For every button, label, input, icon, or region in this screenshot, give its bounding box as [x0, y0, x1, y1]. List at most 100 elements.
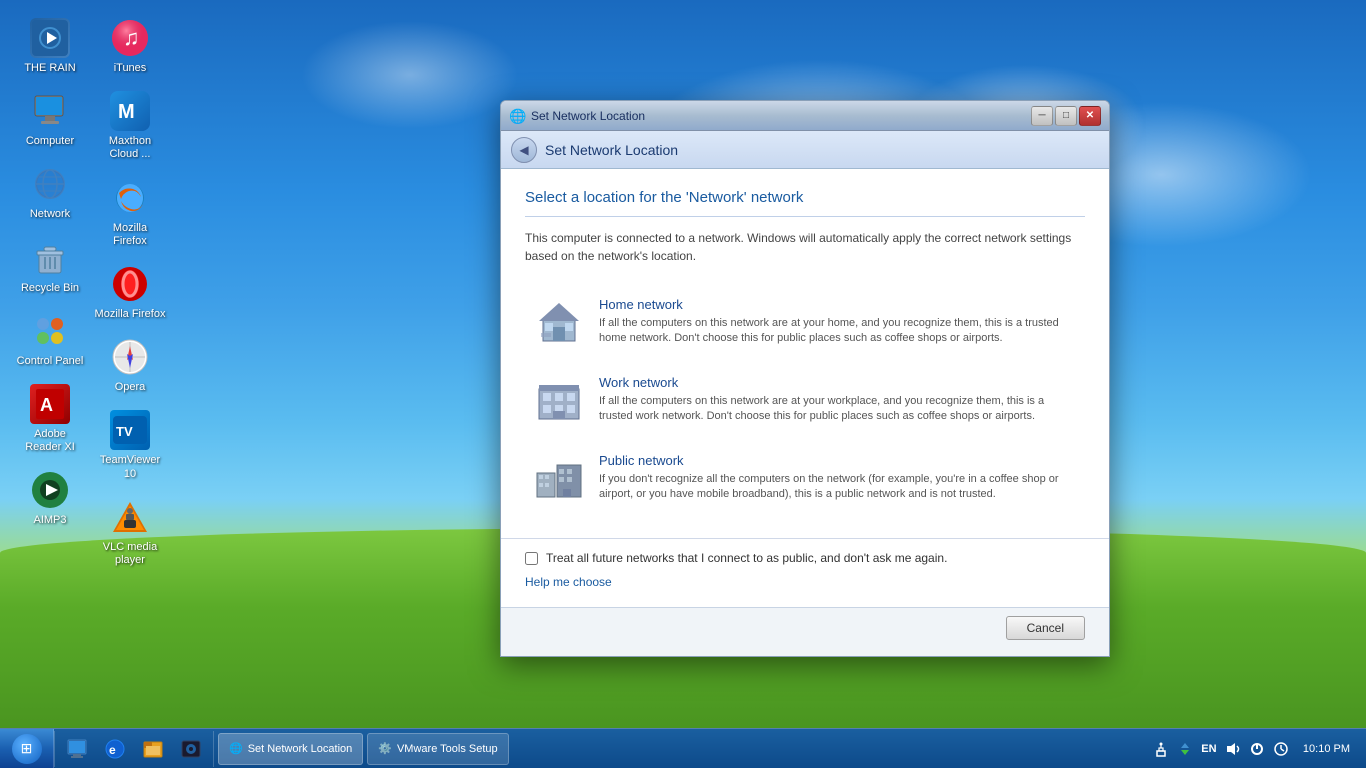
maxthon-icon: M: [110, 91, 150, 131]
taskbar-set-network-icon: 🌐: [229, 742, 243, 755]
taskbar-media-icon[interactable]: [173, 731, 209, 767]
tray-volume-icon[interactable]: [1223, 739, 1243, 759]
svg-text:A: A: [40, 395, 53, 415]
cancel-button[interactable]: Cancel: [1006, 616, 1085, 640]
set-network-location-dialog: 🌐 Set Network Location ─ □ ✕ ◀ Set Netwo…: [500, 100, 1110, 657]
svg-text:TV: TV: [116, 424, 133, 439]
start-button[interactable]: ⊞: [0, 729, 54, 768]
treat-public-checkbox[interactable]: [525, 552, 538, 565]
quick-launch-strip: e: [54, 731, 214, 767]
minimize-button[interactable]: ─: [1031, 106, 1053, 126]
taskbar-set-network-label: Set Network Location: [248, 743, 353, 755]
svg-text:e: e: [109, 743, 116, 757]
desktop-icon-opera[interactable]: Mozilla Firefox: [90, 256, 170, 329]
taskbar-vmware-btn[interactable]: ⚙️ VMware Tools Setup: [367, 733, 508, 765]
dialog-action-row: Cancel: [501, 607, 1109, 656]
home-network-text: Home network If all the computers on thi…: [599, 297, 1075, 347]
control-panel-icon: [30, 311, 70, 351]
work-network-icon: [535, 375, 583, 423]
opera-label: Mozilla Firefox: [95, 308, 166, 321]
teamviewer-icon: TV: [110, 410, 150, 450]
dialog-titlebar: 🌐 Set Network Location ─ □ ✕: [501, 101, 1109, 131]
taskbar-ie-icon[interactable]: e: [97, 731, 133, 767]
desktop-icon-the-rain[interactable]: THE RAIN: [10, 10, 90, 83]
work-network-option[interactable]: Work network If all the computers on thi…: [525, 363, 1085, 437]
desktop-icon-aimp3[interactable]: AIMP3: [10, 462, 90, 535]
desktop-icon-itunes[interactable]: ♫ iTunes: [90, 10, 170, 83]
close-button[interactable]: ✕: [1079, 106, 1101, 126]
safari-icon: [110, 337, 150, 377]
dialog-controls: ─ □ ✕: [1031, 106, 1101, 126]
the-rain-icon: [30, 18, 70, 58]
work-network-desc: If all the computers on this network are…: [599, 394, 1075, 425]
recycle-bin-icon: [30, 238, 70, 278]
desktop-icon-network[interactable]: Network: [10, 156, 90, 229]
dialog-description: This computer is connected to a network.…: [525, 229, 1085, 265]
vlc-label: VLC mediaplayer: [103, 541, 157, 567]
vlc-icon: [110, 497, 150, 537]
help-me-choose-link[interactable]: Help me choose: [525, 575, 612, 589]
dialog-title-icon: 🌐: [509, 108, 525, 124]
home-network-title[interactable]: Home network: [599, 297, 1075, 312]
opera-icon: [110, 264, 150, 304]
taskbar-set-network-btn[interactable]: 🌐 Set Network Location: [218, 733, 363, 765]
dialog-nav-bar: ◀ Set Network Location: [501, 131, 1109, 169]
public-network-title[interactable]: Public network: [599, 453, 1075, 468]
svg-text:M: M: [118, 101, 135, 123]
taskbar-vmware-label: VMware Tools Setup: [397, 743, 498, 755]
the-rain-label: THE RAIN: [24, 62, 75, 75]
teamviewer-label: TeamViewer10: [100, 454, 160, 480]
svg-text:♫: ♫: [123, 25, 140, 50]
aimp3-icon: [30, 470, 70, 510]
work-network-title[interactable]: Work network: [599, 375, 1075, 390]
dialog-footer: Treat all future networks that I connect…: [501, 538, 1109, 607]
home-network-icon: [535, 297, 583, 345]
public-network-icon: [535, 453, 583, 501]
dialog-subtitle: Select a location for the 'Network' netw…: [525, 189, 1085, 217]
tray-language-icon[interactable]: EN: [1199, 739, 1219, 759]
desktop-icon-safari[interactable]: Opera: [90, 329, 170, 402]
desktop-icon-control-panel[interactable]: Control Panel: [10, 303, 90, 376]
desktop-icon-teamviewer[interactable]: TV TeamViewer10: [90, 402, 170, 488]
taskbar-items: 🌐 Set Network Location ⚙️ VMware Tools S…: [214, 733, 1143, 765]
desktop-icon-recycle-bin[interactable]: Recycle Bin: [10, 230, 90, 303]
public-network-text: Public network If you don't recognize al…: [599, 453, 1075, 503]
maximize-button[interactable]: □: [1055, 106, 1077, 126]
taskbar-show-desktop[interactable]: [59, 731, 95, 767]
tray-network-icon[interactable]: [1151, 739, 1171, 759]
treat-public-label: Treat all future networks that I connect…: [546, 551, 947, 565]
desktop-icon-vlc[interactable]: VLC mediaplayer: [90, 489, 170, 575]
recycle-bin-label: Recycle Bin: [21, 282, 79, 295]
network-label: Network: [30, 208, 70, 221]
tray-arrows-icon[interactable]: [1175, 739, 1195, 759]
tray-power-icon[interactable]: [1247, 739, 1267, 759]
public-network-option[interactable]: Public network If you don't recognize al…: [525, 441, 1085, 515]
back-button[interactable]: ◀: [511, 137, 537, 163]
work-network-text: Work network If all the computers on thi…: [599, 375, 1075, 425]
desktop-icon-firefox[interactable]: MozillaFirefox: [90, 170, 170, 256]
computer-label: Computer: [26, 135, 74, 148]
desktop-icon-adobe-reader[interactable]: A AdobeReader XI: [10, 376, 90, 462]
aimp3-label: AIMP3: [33, 514, 66, 527]
itunes-icon: ♫: [110, 18, 150, 58]
dialog-content: Select a location for the 'Network' netw…: [501, 169, 1109, 538]
system-tray: EN 10:10 PM: [1143, 739, 1366, 759]
safari-label: Opera: [115, 381, 146, 394]
itunes-label: iTunes: [114, 62, 147, 75]
computer-icon: [30, 91, 70, 131]
maxthon-label: MaxthonCloud ...: [109, 135, 151, 161]
home-network-option[interactable]: Home network If all the computers on thi…: [525, 285, 1085, 359]
dialog-nav-title: Set Network Location: [545, 142, 678, 158]
start-orb: ⊞: [12, 734, 42, 764]
adobe-reader-icon: A: [30, 384, 70, 424]
control-panel-label: Control Panel: [17, 355, 84, 368]
desktop: THE RAIN Computer: [0, 0, 1366, 768]
taskbar-clock: 10:10 PM: [1295, 743, 1358, 755]
desktop-icon-maxthon[interactable]: M MaxthonCloud ...: [90, 83, 170, 169]
tray-clock-icon[interactable]: [1271, 739, 1291, 759]
firefox-label: MozillaFirefox: [113, 222, 147, 248]
taskbar: ⊞ e: [0, 728, 1366, 768]
desktop-icon-computer[interactable]: Computer: [10, 83, 90, 156]
network-icon: [30, 164, 70, 204]
taskbar-explorer-icon[interactable]: [135, 731, 171, 767]
